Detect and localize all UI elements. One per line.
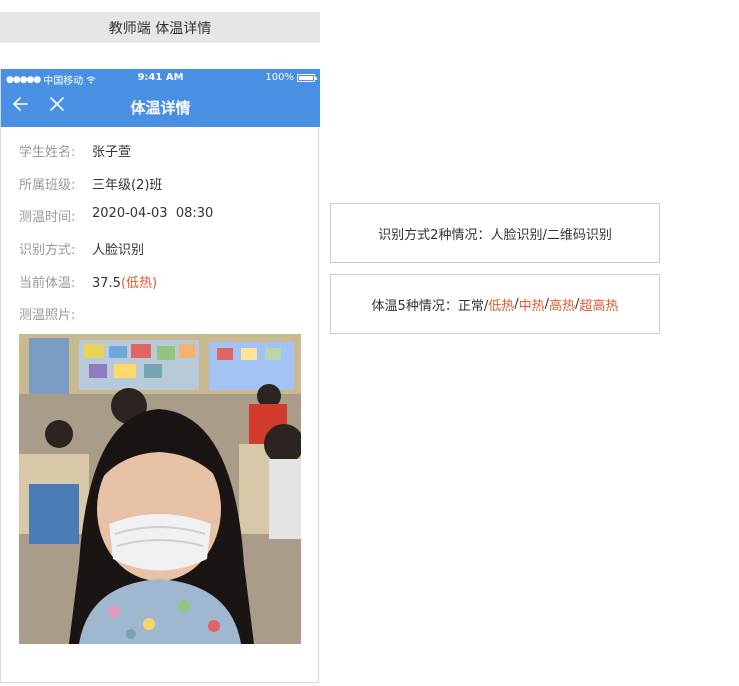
field-row-class: 所属班级: 三年级(2)班 [19, 174, 309, 207]
student-photo-image [19, 334, 301, 644]
field-label: 测温时间: [19, 210, 76, 226]
status-bar: ●●●●● 中国移动 9:41 AM 100% [1, 69, 320, 87]
temperature-levels-note: 体温5种情况：正常/低热 / 中热 / 高热 / 超高热 [330, 274, 660, 334]
recognition-method: 人脸识别 [92, 243, 145, 259]
battery-text: 100% [265, 72, 294, 83]
field-label: 当前体温: [19, 275, 76, 291]
field-row-temperature: 当前体温: 37.5(低热) [19, 272, 309, 305]
field-row-time: 测温时间: 2020-04-03 08:30 [19, 206, 309, 239]
field-label: 识别方式: [19, 243, 76, 259]
battery-icon [297, 73, 317, 82]
level-low-fever: 低热 [488, 298, 515, 314]
field-row-photo: 测温照片: [19, 304, 309, 337]
level-very-high-fever: 超高热 [579, 298, 619, 314]
level-moderate-fever: 中热 [518, 298, 545, 314]
temperature-value: 37.5(低热) [92, 272, 157, 291]
field-row-method: 识别方式: 人脸识别 [19, 239, 309, 272]
level-high-fever: 高热 [549, 298, 576, 314]
nav-title: 体温详情 [130, 99, 191, 117]
measure-time: 2020-04-03 08:30 [92, 206, 214, 222]
phone-frame: ●●●●● 中国移动 9:41 AM 100% 体温详情 学生姓名: 张子萱 所… [0, 69, 320, 683]
field-label: 所属班级: [19, 177, 76, 193]
temperature-photo [19, 334, 301, 644]
nav-bar: 体温详情 [1, 87, 320, 127]
battery-info: 100% [265, 72, 317, 83]
class-name: 三年级(2)班 [92, 177, 163, 193]
note-prefix: 体温5种情况：正常/ [371, 298, 489, 314]
field-row-name: 学生姓名: 张子萱 [19, 141, 309, 174]
detail-list: 学生姓名: 张子萱 所属班级: 三年级(2)班 测温时间: 2020-04-03… [19, 141, 309, 337]
recognition-method-note: 识别方式2种情况：人脸识别/二维码识别 [330, 203, 660, 263]
page-label: 教师端 体温详情 [0, 12, 320, 43]
student-name: 张子萱 [92, 145, 132, 160]
temperature-close-paren: ) [152, 275, 158, 291]
temperature-status: 低热 [126, 275, 153, 291]
temperature-number: 37.5 [92, 275, 121, 291]
field-label: 测温照片: [19, 308, 76, 324]
field-label: 学生姓名: [19, 145, 76, 160]
